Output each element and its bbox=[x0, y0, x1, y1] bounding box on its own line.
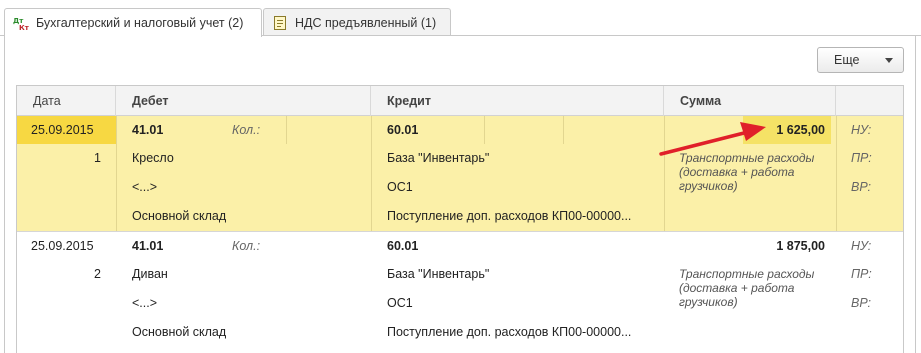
posting-description: Транспортные расходы (доставка + работа … bbox=[679, 267, 815, 309]
vr-label: ВР: bbox=[851, 296, 872, 310]
divider bbox=[664, 116, 665, 231]
table-row[interactable]: 25.09.2015 2 41.01 Кол.: Диван <...> Осн… bbox=[17, 232, 903, 347]
more-button[interactable]: Еще bbox=[817, 47, 904, 73]
table-row[interactable]: 25.09.2015 1 41.01 Кол.: Кресло <...> Ос… bbox=[17, 116, 903, 231]
debit-subconto-2: <...> bbox=[132, 296, 158, 310]
row-number: 2 bbox=[94, 267, 101, 281]
debit-subconto-3: Основной склад bbox=[132, 325, 227, 339]
svg-text:Кт: Кт bbox=[19, 24, 29, 31]
nu-label: НУ: bbox=[851, 239, 872, 253]
pr-label: ПР: bbox=[851, 151, 872, 165]
row-date: 25.09.2015 bbox=[31, 239, 94, 253]
tab-bar: Дт Кт Бухгалтерский и налоговый учет (2)… bbox=[0, 0, 921, 37]
nu-label: НУ: bbox=[851, 123, 872, 137]
divider bbox=[371, 116, 372, 231]
tab-accounting-label: Бухгалтерский и налоговый учет (2) bbox=[36, 16, 244, 30]
posting-description: Транспортные расходы (доставка + работа … bbox=[679, 151, 815, 193]
credit-subconto-2: ОС1 bbox=[387, 296, 413, 310]
debit-account: 41.01 bbox=[132, 239, 164, 253]
tab-accounting[interactable]: Дт Кт Бухгалтерский и налоговый учет (2) bbox=[4, 8, 262, 37]
document-icon bbox=[272, 15, 288, 31]
divider bbox=[836, 116, 837, 231]
column-date[interactable]: Дата bbox=[17, 86, 116, 116]
divider bbox=[563, 116, 564, 144]
debit-subconto-2: <...> bbox=[132, 180, 158, 194]
table-header: Дата Дебет Кредит Сумма bbox=[17, 86, 903, 116]
column-sum[interactable]: Сумма bbox=[664, 86, 836, 116]
divider bbox=[484, 116, 485, 144]
credit-subconto-2: ОС1 bbox=[387, 180, 413, 194]
amount: 1 625,00 bbox=[743, 116, 831, 144]
column-debit[interactable]: Дебет bbox=[116, 86, 371, 116]
debit-subconto-1: Кресло bbox=[132, 151, 174, 165]
chevron-down-icon bbox=[885, 57, 893, 63]
column-extra bbox=[836, 86, 903, 116]
credit-subconto-3: Поступление доп. расходов КП00-00000... bbox=[387, 209, 632, 223]
vr-label: ВР: bbox=[851, 180, 872, 194]
credit-subconto-1: База "Инвентарь" bbox=[387, 151, 490, 165]
divider bbox=[286, 116, 287, 144]
credit-subconto-1: База "Инвентарь" bbox=[387, 267, 490, 281]
divider bbox=[116, 116, 117, 231]
debit-account: 41.01 bbox=[132, 123, 164, 137]
credit-account: 60.01 bbox=[387, 123, 419, 137]
dt-kt-icon: Дт Кт bbox=[13, 15, 30, 32]
more-button-label: Еще bbox=[834, 53, 860, 67]
row-date: 25.09.2015 bbox=[17, 116, 116, 144]
qty-label: Кол.: bbox=[232, 123, 261, 137]
debit-subconto-3: Основной склад bbox=[132, 209, 227, 223]
credit-subconto-3: Поступление доп. расходов КП00-00000... bbox=[387, 325, 632, 339]
credit-account: 60.01 bbox=[387, 239, 419, 253]
amount: 1 875,00 bbox=[776, 239, 825, 253]
row-number: 1 bbox=[94, 151, 101, 165]
qty-label: Кол.: bbox=[232, 239, 261, 253]
pr-label: ПР: bbox=[851, 267, 872, 281]
tab-vat-label: НДС предъявленный (1) bbox=[295, 15, 437, 30]
tab-vat[interactable]: НДС предъявленный (1) bbox=[263, 8, 451, 36]
postings-table: Дата Дебет Кредит Сумма 25.09.2015 1 41.… bbox=[16, 85, 904, 353]
column-credit[interactable]: Кредит bbox=[371, 86, 664, 116]
debit-subconto-1: Диван bbox=[132, 267, 168, 281]
